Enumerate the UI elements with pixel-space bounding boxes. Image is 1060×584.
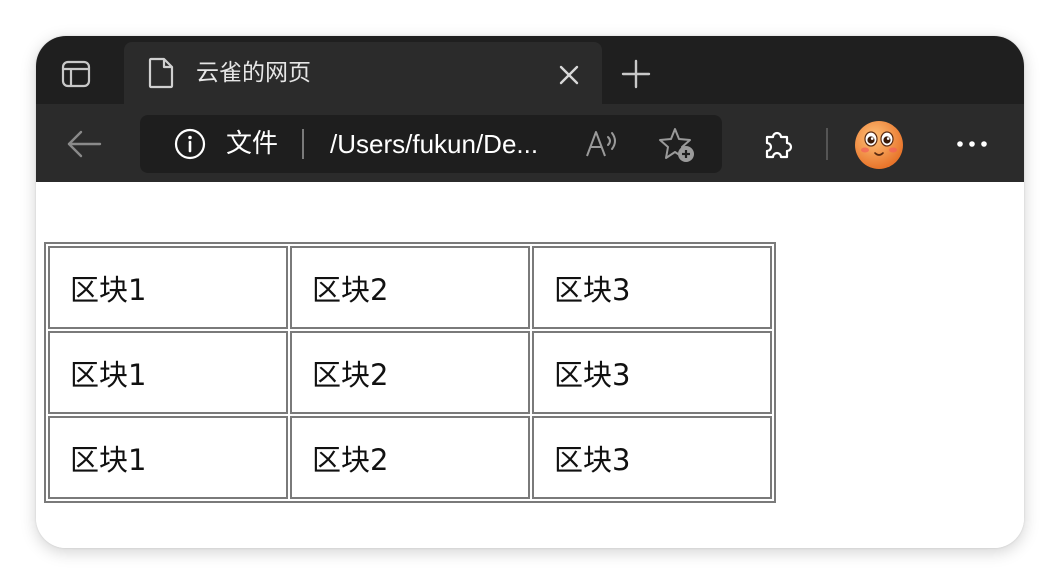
table-cell: 区块3 — [532, 331, 772, 414]
table-cell: 区块1 — [48, 416, 288, 499]
address-bar[interactable]: 文件 /Users/fukun/De... — [140, 115, 722, 173]
table-cell: 区块2 — [290, 331, 530, 414]
table-row: 区块1 区块2 区块3 — [48, 246, 772, 329]
plus-icon[interactable] — [616, 54, 656, 94]
read-aloud-icon[interactable] — [584, 127, 622, 161]
info-icon[interactable] — [174, 128, 206, 160]
browser-window: 云雀的网页 文件 /Users/fukun/De... 区块1 区块2 区块3 … — [36, 36, 1024, 548]
address-separator — [302, 129, 304, 159]
table-cell: 区块3 — [532, 416, 772, 499]
toolbar: 文件 /Users/fukun/De... — [36, 104, 1024, 182]
page-icon — [146, 56, 176, 90]
puzzle-icon[interactable] — [758, 124, 798, 164]
tab-bar: 云雀的网页 — [36, 36, 1024, 104]
close-icon[interactable] — [552, 58, 586, 92]
table-row: 区块1 区块2 区块3 — [48, 416, 772, 499]
add-favorite-icon[interactable] — [658, 126, 696, 164]
back-arrow-icon[interactable] — [62, 122, 106, 166]
url-text[interactable]: /Users/fukun/De... — [330, 125, 538, 163]
scheme-label: 文件 — [226, 129, 279, 159]
page-content: 区块1 区块2 区块3 区块1 区块2 区块3 区块1 区块2 区块3 — [36, 182, 1024, 548]
table-cell: 区块2 — [290, 246, 530, 329]
tab-title: 云雀的网页 — [196, 60, 311, 86]
table-cell: 区块3 — [532, 246, 772, 329]
table-cell: 区块2 — [290, 416, 530, 499]
avatar-icon[interactable] — [854, 120, 904, 170]
table-cell: 区块1 — [48, 246, 288, 329]
block-table: 区块1 区块2 区块3 区块1 区块2 区块3 区块1 区块2 区块3 — [44, 242, 776, 503]
more-icon[interactable] — [948, 126, 996, 162]
tab-active[interactable]: 云雀的网页 — [124, 42, 602, 104]
table-row: 区块1 区块2 区块3 — [48, 331, 772, 414]
table-cell: 区块1 — [48, 331, 288, 414]
tab-actions-icon[interactable] — [58, 56, 94, 92]
toolbar-separator — [826, 128, 828, 160]
